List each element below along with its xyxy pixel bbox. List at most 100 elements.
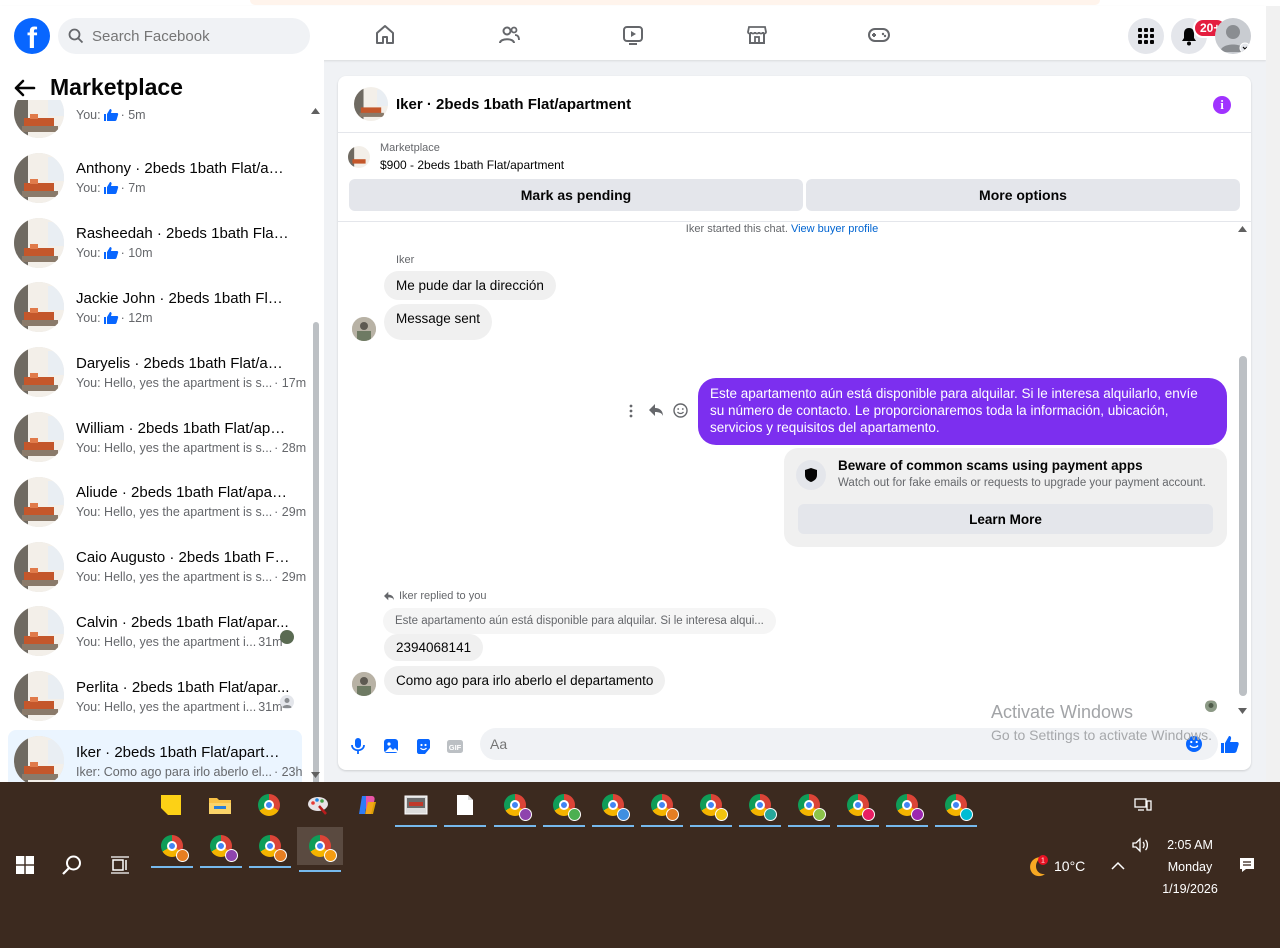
conversation-item[interactable]: Aliude · 2beds 1bath Flat/apart... You: H… <box>8 471 306 533</box>
chat-scroll-down-icon[interactable] <box>1238 708 1247 714</box>
chrome-profile-icon[interactable] <box>543 790 585 827</box>
microphone-icon[interactable] <box>348 736 368 756</box>
windows-start-icon[interactable] <box>10 850 40 880</box>
clock-time[interactable]: 2:05 AM <box>1158 838 1222 852</box>
message-bubble[interactable]: Me pude dar la dirección <box>384 271 556 300</box>
reply-icon[interactable] <box>648 403 664 417</box>
chrome-profile-icon[interactable] <box>935 790 977 827</box>
sticky-notes-icon[interactable] <box>156 790 186 820</box>
search-icon[interactable] <box>57 850 87 880</box>
gaming-icon[interactable] <box>864 20 894 50</box>
menu-grid-icon[interactable] <box>1128 18 1164 54</box>
scroll-up-icon[interactable] <box>311 108 320 114</box>
chrome-profile-icon[interactable] <box>592 790 634 827</box>
marketplace-icon[interactable] <box>742 20 772 50</box>
back-arrow-icon[interactable] <box>14 79 36 97</box>
document-icon[interactable] <box>444 790 486 827</box>
more-actions-icon[interactable] <box>628 404 634 418</box>
conversation-text: Calvin · 2beds 1bath Flat/apar... You: He… <box>76 614 290 649</box>
file-explorer-icon[interactable] <box>205 790 235 820</box>
weather-icon[interactable]: 1 <box>1021 852 1051 882</box>
search-box[interactable] <box>58 18 310 54</box>
task-view-icon[interactable] <box>105 850 135 880</box>
iker-avatar[interactable] <box>352 317 376 341</box>
view-buyer-profile-link[interactable]: View buyer profile <box>791 223 878 235</box>
chrome-profile-icon[interactable] <box>249 831 291 868</box>
chrome-profile-icon[interactable] <box>788 790 830 827</box>
sidebar-scroll-thumb[interactable] <box>313 322 319 802</box>
mark-as-pending-button[interactable]: Mark as pending <box>349 179 803 211</box>
paint-icon[interactable] <box>303 790 333 820</box>
page-scrollbar[interactable] <box>1266 6 1280 782</box>
chrome-profile-icon[interactable] <box>641 790 683 827</box>
conversation-item[interactable]: Daryelis · 2beds 1bath Flat/apart... You:… <box>8 341 306 403</box>
conversation-preview: You: Hello, yes the apartment is s... · 2… <box>76 570 306 584</box>
info-icon[interactable]: i <box>1213 96 1231 114</box>
quoted-message[interactable]: Este apartamento aún está disponible par… <box>383 608 776 634</box>
chat-title[interactable]: Iker · 2beds 1bath Flat/apartment <box>396 96 631 113</box>
conversation-item[interactable]: William · 2beds 1bath Flat/apart... You: … <box>8 406 306 468</box>
chrome-profile-icon[interactable] <box>200 831 242 868</box>
facebook-logo-icon[interactable]: f <box>14 18 50 54</box>
react-emoji-icon[interactable] <box>673 403 688 418</box>
video-icon[interactable] <box>618 20 648 50</box>
conversation-item[interactable]: Jackie John · 2beds 1bath Flat/a... You: ·… <box>8 276 302 338</box>
iker-avatar[interactable] <box>352 672 376 696</box>
chat-scroll-thumb[interactable] <box>1239 356 1247 696</box>
clock-day[interactable]: Monday <box>1158 860 1222 874</box>
conversation-item[interactable]: Calvin · 2beds 1bath Flat/apar... You: He… <box>8 600 302 662</box>
chrome-profile-icon[interactable] <box>739 790 781 827</box>
conversation-item[interactable]: Perlita · 2beds 1bath Flat/apar... You: H… <box>8 665 302 727</box>
conversation-text: Daryelis · 2beds 1bath Flat/apart... You:… <box>76 355 306 390</box>
chrome-icon[interactable] <box>254 790 284 820</box>
conversation-item[interactable]: Caio Augusto · 2beds 1bath Flat... You: H… <box>8 536 306 598</box>
chrome-profile-icon[interactable] <box>837 790 879 827</box>
chat-scroll-up-icon[interactable] <box>1238 226 1247 232</box>
conversation-item[interactable]: Anthony · 2beds 1bath Flat/apar... You: · … <box>8 147 302 209</box>
chrome-profile-icon[interactable] <box>494 790 536 827</box>
profile-avatar[interactable] <box>1215 18 1251 54</box>
sender-name: Iker <box>396 254 415 266</box>
preview-text: You: Hello, yes the apartment i... <box>76 699 257 714</box>
volume-icon[interactable] <box>1126 830 1156 860</box>
temperature[interactable]: 10°C <box>1054 858 1085 874</box>
conversation-text: Rasheedah · 2beds 1bath Flat/a... You: · 1… <box>76 225 290 260</box>
read-receipt-avatar <box>280 695 294 710</box>
clock-date[interactable]: 1/19/2026 <box>1158 882 1222 896</box>
chat-scrollbar[interactable] <box>1236 222 1250 716</box>
search-input[interactable] <box>92 27 292 45</box>
photo-icon[interactable] <box>381 736 401 756</box>
listing-thumbnail[interactable] <box>354 87 388 121</box>
listing-small-thumbnail[interactable] <box>348 146 370 168</box>
thumbs-up-send-icon[interactable] <box>1220 734 1240 754</box>
notification-center-icon[interactable] <box>1232 850 1262 880</box>
photos-app-icon[interactable] <box>395 790 437 827</box>
home-icon[interactable] <box>370 20 400 50</box>
friends-icon[interactable] <box>494 20 524 50</box>
chrome-profile-icon[interactable] <box>151 831 193 868</box>
preview-text: You: Hello, yes the apartment is s... <box>76 440 273 455</box>
sticker-icon[interactable] <box>413 736 433 756</box>
preview-text: You: Hello, yes the apartment is s... <box>76 505 273 520</box>
display-icon[interactable] <box>1128 790 1158 820</box>
chrome-profile-icon[interactable] <box>690 790 732 827</box>
copilot-icon[interactable] <box>352 790 382 820</box>
preview-text: You: Hello, yes the apartment i... <box>76 634 257 649</box>
gif-icon[interactable]: GIF <box>445 736 465 756</box>
message-bubble[interactable]: 2394068141 <box>384 634 484 661</box>
conversation-item[interactable]: Rasheedah · 2beds 1bath Flat/a... You: · 1… <box>8 212 302 274</box>
scroll-down-icon[interactable] <box>311 772 320 778</box>
marketplace-header: Marketplace <box>14 74 183 101</box>
chrome-profile-icon[interactable] <box>297 827 343 872</box>
message-bubble[interactable]: Message sent <box>384 304 493 340</box>
sent-message-bubble[interactable]: Este apartamento aún está disponible par… <box>698 378 1227 445</box>
chrome-profile-icon[interactable] <box>886 790 928 827</box>
sidebar-scrollbar[interactable] <box>308 100 324 802</box>
conversation-item[interactable]: Iker · 2beds 1bath Flat/apartment Iker: C… <box>8 730 302 782</box>
listing-price[interactable]: $900 - 2beds 1bath Flat/apartment <box>380 158 564 172</box>
conversation-name: Caio Augusto · 2beds 1bath Flat... <box>76 549 290 567</box>
learn-more-button[interactable]: Learn More <box>798 504 1213 534</box>
more-options-button[interactable]: More options <box>806 179 1240 211</box>
divider <box>338 221 1251 222</box>
message-bubble[interactable]: Como ago para irlo aberlo el departament… <box>384 666 666 695</box>
